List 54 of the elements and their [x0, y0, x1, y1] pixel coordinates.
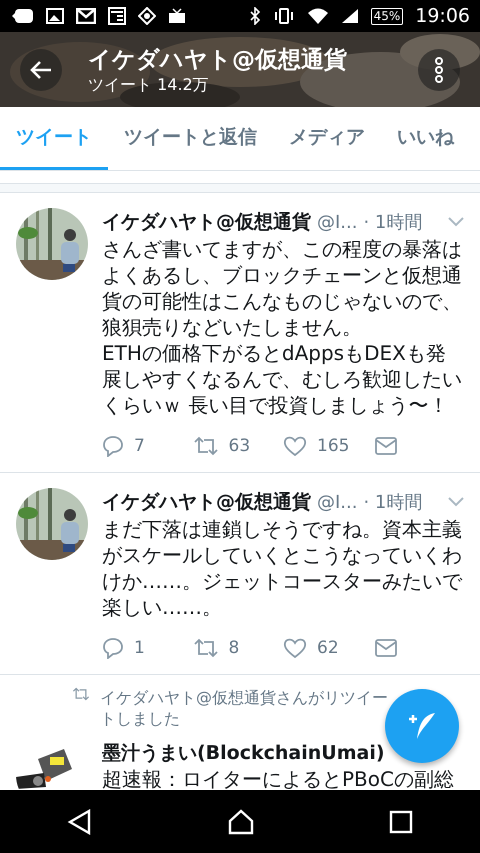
- author-handle: @I...: [317, 212, 358, 232]
- tweet-text: さんざ書いてますが、この程度の暴落はよくあるし、ブロックチェーンと仮想通貨の可能性はこんなものじゃないので、狼狽売りなどいたしません。 ETHの価格下がるとdAppsもDEXも発展しやすくなるんで、むしろ歓迎したいくらいｗ 長い目で投資しましょう〜！: [102, 236, 463, 418]
- battery-level: 45%: [370, 8, 404, 24]
- back-button[interactable]: [20, 48, 62, 90]
- chevron-down-icon[interactable]: [448, 217, 464, 227]
- compose-button[interactable]: [385, 689, 459, 763]
- tab[interactable]: ツイート: [0, 107, 108, 170]
- author-name: イケダハヤト@仮想通貨: [102, 210, 311, 235]
- arrow-left-icon: [30, 60, 52, 80]
- bluetooth-icon: [248, 7, 261, 25]
- retweet-count: 8: [228, 638, 240, 658]
- reply-count: 1: [134, 638, 145, 658]
- heart-icon[interactable]: [283, 435, 307, 457]
- retweet-icon[interactable]: [192, 436, 218, 456]
- wifi-icon: [306, 7, 329, 25]
- tab[interactable]: ツイートと返信: [108, 107, 273, 170]
- clock: 19:06: [415, 5, 470, 27]
- image-icon: [46, 8, 64, 24]
- author-name: 墨汁うまい(BlockchainUmai): [102, 741, 385, 766]
- tv-icon: [168, 8, 186, 24]
- chevron-down-icon[interactable]: [448, 497, 464, 507]
- reply-icon[interactable]: [102, 435, 124, 457]
- retweet-icon: [72, 687, 90, 701]
- tweet-time: · 1時間: [363, 211, 422, 234]
- tweet-time: · 1時間: [363, 491, 422, 514]
- reply-count: 7: [134, 436, 145, 456]
- retweet-notice: イケダハヤト@仮想通貨さんがリツイートしました: [100, 687, 388, 729]
- tweet-text: まだ下落は連鎖しそうですね。資本主義がスケールしていくとこうなっていくわけか……。ジェットコースターみたいで楽しい……。: [102, 516, 464, 620]
- notification-icon: [12, 8, 34, 24]
- profile-name: イケダハヤト@仮想通貨: [88, 46, 348, 74]
- more-button[interactable]: [418, 48, 460, 90]
- tab[interactable]: いいね: [381, 107, 470, 170]
- heart-icon[interactable]: [283, 637, 307, 659]
- mail-icon[interactable]: [374, 638, 398, 658]
- more-vertical-icon: [434, 56, 444, 82]
- retweet-icon[interactable]: [192, 638, 218, 658]
- vibrate-icon: [272, 8, 295, 24]
- tab[interactable]: メディア: [273, 107, 381, 170]
- reply-icon[interactable]: [102, 637, 124, 659]
- author-name: イケダハヤト@仮想通貨: [102, 490, 311, 515]
- home-icon[interactable]: [227, 808, 255, 834]
- tweet-count: ツイート 14.2万: [88, 74, 210, 94]
- recent-apps-icon[interactable]: [389, 810, 413, 834]
- diamond-icon: [138, 7, 156, 25]
- mail-icon: [76, 8, 96, 24]
- mail-icon[interactable]: [374, 436, 398, 456]
- back-icon[interactable]: [67, 808, 93, 834]
- news-icon: [108, 7, 126, 25]
- like-count: 62: [317, 638, 339, 658]
- author-handle: @I...: [317, 492, 358, 512]
- retweet-count: 63: [228, 436, 250, 456]
- like-count: 165: [317, 436, 350, 456]
- signal-icon: [340, 8, 359, 24]
- tweet-text: 超速報：ロイターによるとPBoCの副総: [102, 769, 455, 790]
